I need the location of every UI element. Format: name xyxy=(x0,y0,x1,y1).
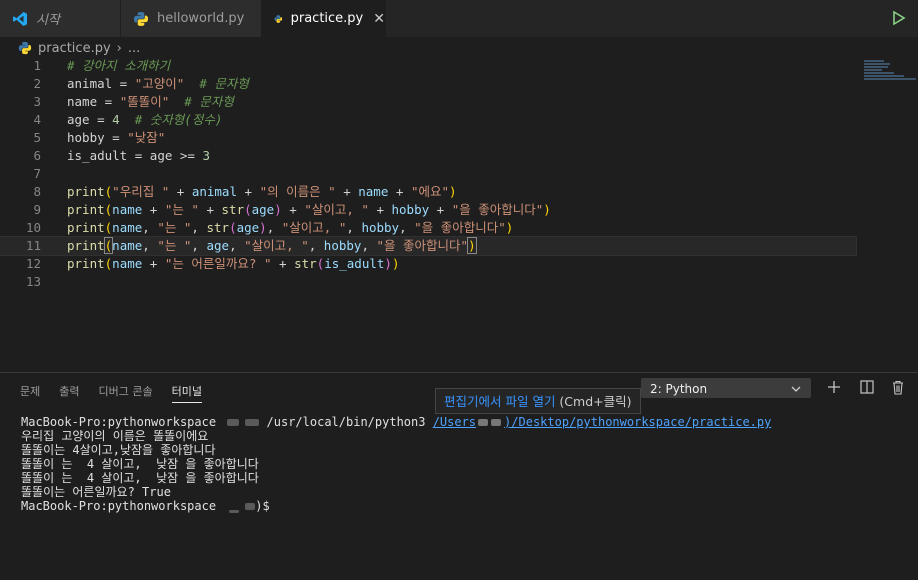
code-line[interactable]: 13 xyxy=(0,273,856,291)
line-number: 11 xyxy=(25,238,41,253)
redacted-text xyxy=(245,503,256,510)
code-line[interactable]: 10 print(name, "는 ", str(age), "살이고, ", h… xyxy=(0,219,856,237)
line-number: 2 xyxy=(33,76,41,91)
code-line[interactable]: 6 is_adult = age >= 3 xyxy=(0,147,856,165)
code-text: print(name, "는 ", str(age), "살이고, ", hob… xyxy=(67,220,514,235)
chevron-down-icon xyxy=(791,386,801,392)
tab-problems[interactable]: 문제 xyxy=(20,383,40,403)
line-number: 13 xyxy=(25,274,41,289)
close-icon[interactable]: ✕ xyxy=(373,11,385,27)
breadcrumb: practice.py › ... xyxy=(18,39,140,57)
code-text: age = 4 # 숫자형(정수) xyxy=(67,112,223,127)
run-icon[interactable] xyxy=(892,10,906,26)
terminal-select[interactable]: 2: Python xyxy=(641,378,811,398)
tab-welcome[interactable]: 시작 xyxy=(0,0,121,37)
terminal-select-value: 2: Python xyxy=(650,382,708,396)
code-line[interactable]: 1 # 강아지 소개하기 xyxy=(0,57,856,75)
terminal-prompt: MacBook-Pro:pythonworkspace )$ xyxy=(21,499,270,513)
code-text: hobby = "낮잠" xyxy=(67,130,166,145)
breadcrumb-separator: › xyxy=(116,40,122,56)
redacted-text xyxy=(229,510,240,513)
terminal-output-line: 똘똘이는 어른일까요? True xyxy=(21,485,171,499)
code-line[interactable]: 2 animal = "고양이" # 문자형 xyxy=(0,75,856,93)
editor-tab-bar: 시작 helloworld.py practice.py ✕ xyxy=(0,0,918,37)
terminal-output-line: 우리집 고양이의 이름은 똘똘이에요 xyxy=(21,429,209,443)
redacted-text xyxy=(245,419,260,426)
code-line[interactable]: 7 xyxy=(0,165,856,183)
tab-label: helloworld.py xyxy=(157,11,245,26)
terminal-output-line: 똘똘이는 4살이고,낮잠을 좋아합니다 xyxy=(21,443,216,457)
tab-output[interactable]: 출력 xyxy=(59,383,79,403)
python-icon xyxy=(18,41,32,55)
line-number: 10 xyxy=(25,220,41,235)
open-file-tooltip: 편집기에서 파일 열기 (Cmd+클릭) xyxy=(435,388,641,414)
code-line[interactable]: 12 print(name + "는 어른일까요? " + str(is_adul… xyxy=(0,255,856,273)
minimap[interactable] xyxy=(864,60,918,82)
line-number: 9 xyxy=(33,202,41,217)
line-number: 6 xyxy=(33,148,41,163)
tab-terminal[interactable]: 터미널 xyxy=(171,383,202,403)
vscode-icon xyxy=(13,11,27,26)
tab-label: practice.py xyxy=(290,11,364,26)
code-line[interactable]: 4 age = 4 # 숫자형(정수) xyxy=(0,111,856,129)
tab-practice[interactable]: practice.py ✕ xyxy=(262,0,386,37)
code-line[interactable]: 3 name = "똘똘이" # 문자형 xyxy=(0,93,856,111)
code-line[interactable]: 9 print(name + "는 " + str(age) + "살이고, " … xyxy=(0,201,856,219)
tooltip-shortcut: (Cmd+클릭) xyxy=(555,394,632,409)
redacted-text xyxy=(227,419,240,426)
code-text: print(name + "는 " + str(age) + "살이고, " +… xyxy=(67,202,551,217)
add-terminal-icon[interactable] xyxy=(826,380,842,396)
code-text: print("우리집 " + animal + "의 이름은 " + name … xyxy=(67,184,457,199)
python-icon xyxy=(274,14,283,23)
code-text: animal = "고양이" # 문자형 xyxy=(67,76,249,91)
line-number: 7 xyxy=(33,166,41,181)
line-number: 3 xyxy=(33,94,41,109)
line-number: 12 xyxy=(25,256,41,271)
terminal-output[interactable]: MacBook-Pro:pythonworkspace /usr/local/b… xyxy=(21,415,771,513)
tooltip-link[interactable]: 편집기에서 파일 열기 xyxy=(444,394,555,409)
code-line[interactable]: 5 hobby = "낮잠" xyxy=(0,129,856,147)
breadcrumb-symbols[interactable]: ... xyxy=(128,41,140,56)
code-text: print(name, "는 ", age, "살이고, ", hobby, "… xyxy=(67,237,477,254)
line-number: 1 xyxy=(33,58,41,73)
python-icon xyxy=(134,11,148,26)
terminal-output-line: 똘똘이 는 4 살이고, 낮잠 을 좋아합니다 xyxy=(21,471,259,485)
split-terminal-icon[interactable] xyxy=(859,380,875,396)
code-line[interactable]: 8 print("우리집 " + animal + "의 이름은 " + name… xyxy=(0,183,856,201)
line-number: 5 xyxy=(33,130,41,145)
tab-debug-console[interactable]: 디버그 콘솔 xyxy=(99,383,153,403)
code-line[interactable]: 11 print(name, "는 ", age, "살이고, ", hobby,… xyxy=(0,236,857,256)
script-path-link[interactable]: /Users)/Desktop/pythonworkspace/practice… xyxy=(433,415,772,429)
breadcrumb-file[interactable]: practice.py xyxy=(38,41,111,56)
trash-icon[interactable] xyxy=(890,380,906,396)
terminal-output-line: 똘똘이 는 4 살이고, 낮잠 을 좋아합니다 xyxy=(21,457,259,471)
line-number: 4 xyxy=(33,112,41,127)
code-text: name = "똘똘이" # 문자형 xyxy=(67,94,234,109)
code-text: print(name + "는 어른일까요? " + str(is_adult)… xyxy=(67,256,400,271)
line-number: 8 xyxy=(33,184,41,199)
code-text: is_adult = age >= 3 xyxy=(67,148,211,163)
tab-helloworld[interactable]: helloworld.py xyxy=(121,0,262,37)
tab-label: 시작 xyxy=(36,13,60,28)
terminal-command-line: MacBook-Pro:pythonworkspace /usr/local/b… xyxy=(21,415,772,429)
code-editor[interactable]: 1 # 강아지 소개하기 2 animal = "고양이" # 문자형 3 name = … xyxy=(0,57,918,367)
code-text: # 강아지 소개하기 xyxy=(67,58,171,73)
panel-tabs: 문제 출력 디버그 콘솔 터미널 xyxy=(20,383,221,403)
